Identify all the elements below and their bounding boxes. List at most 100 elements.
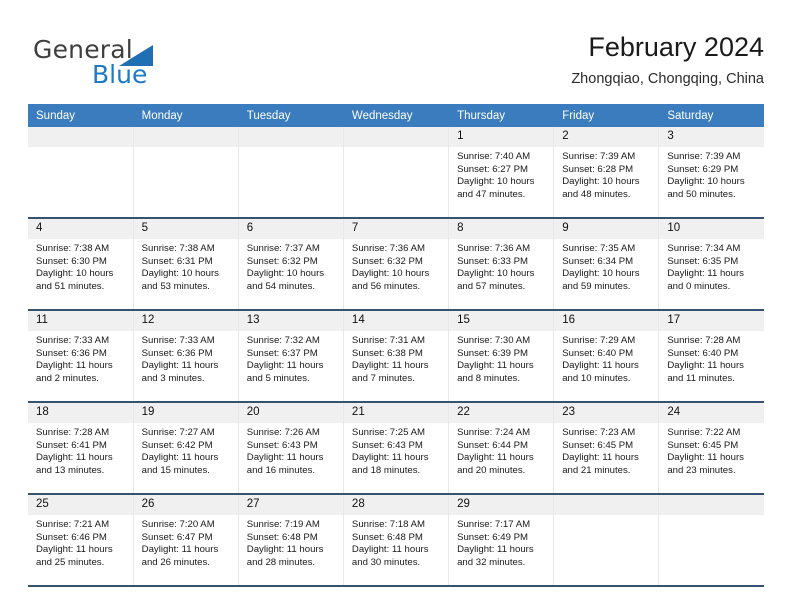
calendar-header-row: Sunday Monday Tuesday Wednesday Thursday… xyxy=(28,104,764,127)
calendar-cell-empty xyxy=(28,127,134,218)
sunrise-text: Sunrise: 7:32 AM xyxy=(246,335,320,346)
calendar-day-cell[interactable]: 27 Sunrise: 7:19 AM Sunset: 6:48 PM Dayligh… xyxy=(238,493,344,587)
day-number: 8 xyxy=(449,219,554,239)
day-number: 4 xyxy=(28,219,133,239)
sunrise-text: Sunrise: 7:38 AM xyxy=(36,243,110,254)
day-number: 7 xyxy=(343,219,449,239)
sunrise-text: Sunrise: 7:33 AM xyxy=(36,335,110,346)
daylight-text-line1: Daylight: 11 hours xyxy=(246,452,324,464)
day-number: 3 xyxy=(659,127,764,147)
calendar-day-cell[interactable]: 7 Sunrise: 7:36 AM Sunset: 6:32 PM Daylight… xyxy=(343,217,450,310)
daylight-text-line1: Daylight: 11 hours xyxy=(667,360,744,372)
calendar-week-row: 18 Sunrise: 7:28 AM Sunset: 6:41 PM Dayligh… xyxy=(28,401,764,494)
day-number: 28 xyxy=(343,495,449,515)
calendar-day-cell[interactable]: 18 Sunrise: 7:28 AM Sunset: 6:41 PM Dayligh… xyxy=(28,401,134,494)
sunset-text: Sunset: 6:28 PM xyxy=(562,163,634,175)
day-sun-info: Sunrise: 7:38 AM Sunset: 6:30 PM Daylight:… xyxy=(28,239,133,293)
calendar-day-cell[interactable]: 28 Sunrise: 7:18 AM Sunset: 6:48 PM Dayligh… xyxy=(343,493,450,587)
calendar-day-cell[interactable]: 8 Sunrise: 7:36 AM Sunset: 6:33 PM Daylight… xyxy=(448,217,555,310)
daylight-text-line1: Daylight: 11 hours xyxy=(36,544,113,556)
day-number: 17 xyxy=(659,311,764,331)
sunset-text: Sunset: 6:31 PM xyxy=(141,255,213,267)
calendar-day-cell[interactable]: 4 Sunrise: 7:38 AM Sunset: 6:30 PM Daylight… xyxy=(28,217,134,310)
calendar-day-cell[interactable]: 19 Sunrise: 7:27 AM Sunset: 6:42 PM Dayligh… xyxy=(133,401,239,494)
calendar-day-cell[interactable]: 2 Sunrise: 7:39 AM Sunset: 6:28 PM Daylight… xyxy=(553,127,660,218)
sunset-text: Sunset: 6:41 PM xyxy=(36,439,107,451)
daylight-text-line1: Daylight: 11 hours xyxy=(457,544,534,556)
daylight-text-line2: and 2 minutes. xyxy=(36,372,99,384)
calendar-day-cell[interactable]: 10 Sunrise: 7:34 AM Sunset: 6:35 PM Dayligh… xyxy=(658,217,764,310)
calendar-day-cell[interactable]: 12 Sunrise: 7:33 AM Sunset: 6:36 PM Dayligh… xyxy=(133,309,239,402)
daylight-text-line2: and 47 minutes. xyxy=(457,188,526,200)
sunrise-text: Sunrise: 7:23 AM xyxy=(562,427,636,438)
day-number xyxy=(554,495,659,515)
sunrise-text: Sunrise: 7:37 AM xyxy=(246,243,320,254)
daylight-text-line1: Daylight: 11 hours xyxy=(351,452,429,464)
calendar-day-cell[interactable]: 13 Sunrise: 7:32 AM Sunset: 6:37 PM Dayligh… xyxy=(238,309,344,402)
calendar-day-cell[interactable]: 3 Sunrise: 7:39 AM Sunset: 6:29 PM Daylight… xyxy=(658,127,764,218)
daylight-text-line1: Daylight: 10 hours xyxy=(562,176,640,188)
sunset-text: Sunset: 6:36 PM xyxy=(36,347,107,359)
sunrise-text: Sunrise: 7:29 AM xyxy=(562,335,636,346)
calendar-day-cell[interactable]: 1 Sunrise: 7:40 AM Sunset: 6:27 PM Daylight… xyxy=(448,127,555,218)
sunrise-sunset-calendar: Sunday Monday Tuesday Wednesday Thursday… xyxy=(28,104,764,587)
daylight-text-line1: Daylight: 11 hours xyxy=(141,360,219,372)
sunset-text: Sunset: 6:40 PM xyxy=(562,347,634,359)
weekday-header-tuesday: Tuesday xyxy=(238,104,344,127)
daylight-text-line2: and 53 minutes. xyxy=(141,280,210,292)
calendar-day-cell[interactable]: 9 Sunrise: 7:35 AM Sunset: 6:34 PM Daylight… xyxy=(553,217,660,310)
day-sun-info: Sunrise: 7:17 AM Sunset: 6:49 PM Daylight:… xyxy=(449,515,553,569)
calendar-day-cell[interactable]: 25 Sunrise: 7:21 AM Sunset: 6:46 PM Dayligh… xyxy=(28,493,134,587)
calendar-week-row: 1 Sunrise: 7:40 AM Sunset: 6:27 PM Daylight… xyxy=(28,127,764,218)
calendar-day-cell[interactable]: 20 Sunrise: 7:26 AM Sunset: 6:43 PM Dayligh… xyxy=(238,401,344,494)
daylight-text-line2: and 54 minutes. xyxy=(246,280,316,292)
calendar-day-cell[interactable]: 11 Sunrise: 7:33 AM Sunset: 6:36 PM Dayligh… xyxy=(28,309,134,402)
day-number: 13 xyxy=(238,311,343,331)
daylight-text-line2: and 5 minutes. xyxy=(246,372,310,384)
daylight-text-line2: and 25 minutes. xyxy=(36,556,105,568)
daylight-text-line2: and 51 minutes. xyxy=(36,280,105,292)
day-number: 10 xyxy=(659,219,764,239)
calendar-day-cell[interactable]: 15 Sunrise: 7:30 AM Sunset: 6:39 PM Dayligh… xyxy=(448,309,555,402)
sunrise-text: Sunrise: 7:38 AM xyxy=(141,243,215,254)
calendar-day-cell[interactable]: 21 Sunrise: 7:25 AM Sunset: 6:43 PM Dayligh… xyxy=(343,401,450,494)
day-sun-info: Sunrise: 7:24 AM Sunset: 6:44 PM Daylight:… xyxy=(449,423,553,477)
sunrise-text: Sunrise: 7:26 AM xyxy=(246,427,320,438)
day-sun-info: Sunrise: 7:19 AM Sunset: 6:48 PM Daylight:… xyxy=(239,515,343,569)
daylight-text-line2: and 21 minutes. xyxy=(562,464,631,476)
daylight-text-line1: Daylight: 11 hours xyxy=(457,360,534,372)
sunset-text: Sunset: 6:45 PM xyxy=(562,439,634,451)
calendar-day-cell[interactable]: 23 Sunrise: 7:23 AM Sunset: 6:45 PM Dayligh… xyxy=(553,401,660,494)
daylight-text-line2: and 10 minutes. xyxy=(562,372,631,384)
calendar-day-cell[interactable]: 17 Sunrise: 7:28 AM Sunset: 6:40 PM Dayligh… xyxy=(658,309,764,402)
sunset-text: Sunset: 6:35 PM xyxy=(667,255,739,267)
day-number: 14 xyxy=(343,311,449,331)
day-number: 16 xyxy=(554,311,659,331)
sunset-text: Sunset: 6:37 PM xyxy=(246,347,318,359)
day-number: 5 xyxy=(133,219,238,239)
calendar-week-row: 11 Sunrise: 7:33 AM Sunset: 6:36 PM Dayligh… xyxy=(28,309,764,402)
calendar-day-cell[interactable]: 22 Sunrise: 7:24 AM Sunset: 6:44 PM Dayligh… xyxy=(448,401,555,494)
general-blue-logo[interactable]: General Blue xyxy=(33,36,223,92)
calendar-day-cell[interactable]: 24 Sunrise: 7:22 AM Sunset: 6:45 PM Dayligh… xyxy=(658,401,764,494)
daylight-text-line2: and 23 minutes. xyxy=(667,464,736,476)
calendar-day-cell[interactable]: 16 Sunrise: 7:29 AM Sunset: 6:40 PM Dayligh… xyxy=(553,309,660,402)
day-sun-info: Sunrise: 7:23 AM Sunset: 6:45 PM Daylight:… xyxy=(554,423,658,477)
calendar-day-cell[interactable]: 29 Sunrise: 7:17 AM Sunset: 6:49 PM Dayligh… xyxy=(448,493,555,587)
daylight-text-line1: Daylight: 11 hours xyxy=(36,360,113,372)
daylight-text-line2: and 20 minutes. xyxy=(457,464,526,476)
calendar-day-cell[interactable]: 5 Sunrise: 7:38 AM Sunset: 6:31 PM Daylight… xyxy=(133,217,239,310)
daylight-text-line1: Daylight: 11 hours xyxy=(562,452,639,464)
daylight-text-line1: Daylight: 11 hours xyxy=(667,452,744,464)
day-sun-info: Sunrise: 7:18 AM Sunset: 6:48 PM Daylight:… xyxy=(344,515,448,569)
calendar-day-cell[interactable]: 6 Sunrise: 7:37 AM Sunset: 6:32 PM Daylight… xyxy=(238,217,344,310)
daylight-text-line1: Daylight: 10 hours xyxy=(246,268,325,280)
calendar-day-cell[interactable]: 14 Sunrise: 7:31 AM Sunset: 6:38 PM Dayligh… xyxy=(343,309,450,402)
day-sun-info: Sunrise: 7:38 AM Sunset: 6:31 PM Daylight:… xyxy=(134,239,238,293)
calendar-page: General Blue February 2024 Zhongqiao, Ch… xyxy=(0,0,792,612)
sunset-text: Sunset: 6:42 PM xyxy=(141,439,213,451)
calendar-day-cell[interactable]: 26 Sunrise: 7:20 AM Sunset: 6:47 PM Dayligh… xyxy=(133,493,239,587)
daylight-text-line2: and 11 minutes. xyxy=(667,372,735,384)
day-sun-info: Sunrise: 7:22 AM Sunset: 6:45 PM Daylight:… xyxy=(659,423,764,477)
day-number: 25 xyxy=(28,495,133,515)
